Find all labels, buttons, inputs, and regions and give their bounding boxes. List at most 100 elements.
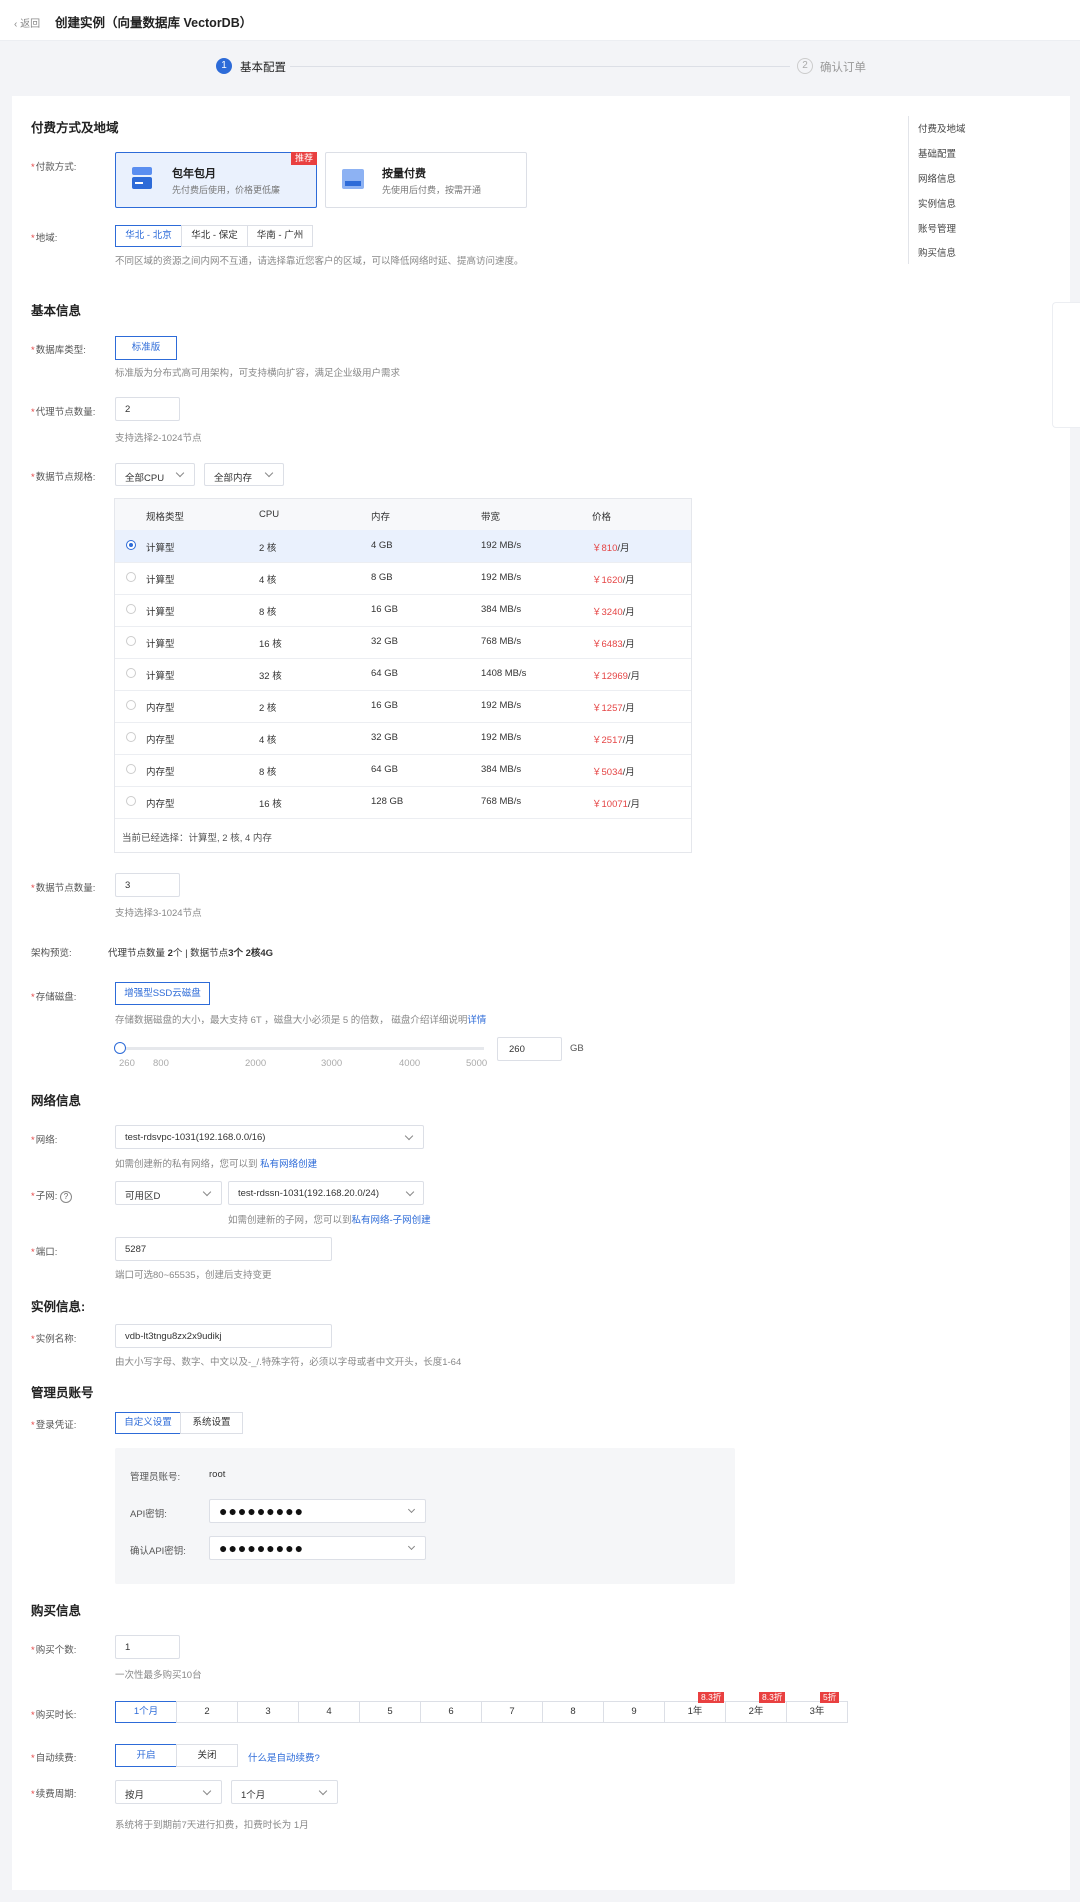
table-row[interactable]: 内存型 8 核 64 GB 384 MB/s ￥5034/月: [115, 754, 691, 787]
floating-side-tab[interactable]: [1052, 302, 1080, 428]
row-radio[interactable]: [126, 764, 136, 774]
section-title-admin: 管理员账号: [31, 1386, 94, 1400]
pay-option-prepaid[interactable]: 包年包月 先付费后使用，价格更低廉 推荐: [115, 152, 317, 208]
chevron-down-icon: [175, 468, 185, 478]
instance-name-input[interactable]: vdb-lt3tngu8zx2x9udikj: [115, 1324, 332, 1348]
anchor-network[interactable]: 网络信息: [918, 171, 956, 185]
duration-option[interactable]: 3: [237, 1701, 299, 1723]
row-radio[interactable]: [126, 572, 136, 582]
anchor-purchase[interactable]: 购买信息: [918, 245, 956, 259]
storage-detail-link[interactable]: 详情: [467, 1015, 486, 1026]
network-hint: 如需创建新的私有网络，您可以到 私有网络创建: [115, 1159, 318, 1170]
anchor-basic[interactable]: 基础配置: [918, 146, 956, 160]
top-header: ‹ 返回 创建实例（向量数据库 VectorDB）: [0, 0, 1080, 41]
anchor-instance[interactable]: 实例信息: [918, 196, 956, 210]
data-nodes-label: *数据节点数量:: [31, 883, 96, 894]
table-row[interactable]: 计算型 16 核 32 GB 768 MB/s ￥6483/月: [115, 626, 691, 659]
anchor-billing[interactable]: 付费及地域: [918, 121, 966, 135]
disk-size-input[interactable]: 260: [497, 1037, 562, 1061]
eye-toggle-icon[interactable]: [407, 1542, 416, 1551]
subnet-create-link[interactable]: 私有网络-子网创建: [352, 1215, 431, 1226]
arch-preview-label: 架构预览:: [31, 948, 72, 959]
duration-option[interactable]: 4: [298, 1701, 360, 1723]
cell-type: 计算型: [146, 543, 175, 554]
cell-type: 内存型: [146, 799, 175, 810]
table-row[interactable]: 内存型 2 核 16 GB 192 MB/s ￥1257/月: [115, 690, 691, 723]
row-radio[interactable]: [126, 796, 136, 806]
renew-cycle-select[interactable]: 1个月: [231, 1780, 338, 1804]
zone-select[interactable]: 可用区D: [115, 1181, 222, 1205]
data-nodes-input[interactable]: 3: [115, 873, 180, 897]
renew-cycle-hint: 系统将于到期前7天进行扣费，扣费时长为 1月: [115, 1820, 309, 1831]
cell-bw: 384 MB/s: [481, 604, 522, 615]
row-radio[interactable]: [126, 636, 136, 646]
duration-option[interactable]: 2年: [725, 1701, 787, 1723]
duration-option[interactable]: 1年: [664, 1701, 726, 1723]
db-type-standard[interactable]: 标准版: [115, 336, 177, 360]
postpaid-title: 按量付费: [382, 168, 426, 180]
proxy-count-input[interactable]: 2: [115, 397, 180, 421]
row-radio[interactable]: [126, 700, 136, 710]
cell-cpu: 16 核: [259, 639, 282, 650]
table-row[interactable]: 计算型 2 核 4 GB 192 MB/s ￥810/月: [115, 530, 691, 563]
row-radio[interactable]: [126, 668, 136, 678]
port-input[interactable]: 5287: [115, 1237, 332, 1261]
disk-unit: GB: [570, 1043, 584, 1054]
region-beijing[interactable]: 华北 - 北京: [115, 225, 182, 247]
subnet-label: *子网: ?: [31, 1188, 72, 1203]
chevron-down-icon: [264, 468, 274, 478]
row-radio[interactable]: [126, 604, 136, 614]
db-type-label: *数据库类型:: [31, 345, 86, 356]
table-row[interactable]: 计算型 8 核 16 GB 384 MB/s ￥3240/月: [115, 594, 691, 627]
section-title-billing: 付费方式及地域: [31, 121, 119, 135]
duration-option[interactable]: 9: [603, 1701, 665, 1723]
table-row[interactable]: 内存型 4 核 32 GB 192 MB/s ￥2517/月: [115, 722, 691, 755]
renew-unit-select[interactable]: 按月: [115, 1780, 222, 1804]
cred-system-option[interactable]: 系统设置: [180, 1412, 243, 1434]
auto-renew-on[interactable]: 开启: [115, 1744, 177, 1767]
arch-preview-value: 代理节点数量 2个 | 数据节点3个 2核4G: [108, 948, 274, 959]
slider-handle[interactable]: [114, 1042, 126, 1054]
vpc-create-link[interactable]: 私有网络创建: [260, 1159, 317, 1170]
discount-badge: 8.3折: [759, 1692, 786, 1703]
chevron-down-icon: [202, 1187, 212, 1197]
table-row[interactable]: 计算型 4 核 8 GB 192 MB/s ￥1620/月: [115, 562, 691, 595]
duration-option[interactable]: 5: [359, 1701, 421, 1723]
row-radio[interactable]: [126, 732, 136, 742]
api-key-input[interactable]: ●●●●●●●●●: [209, 1499, 426, 1523]
duration-option[interactable]: 7: [481, 1701, 543, 1723]
cell-cpu: 2 核: [259, 543, 277, 554]
duration-option[interactable]: 6: [420, 1701, 482, 1723]
cpu-filter-select[interactable]: 全部CPU: [115, 463, 195, 486]
help-icon[interactable]: ?: [59, 1191, 72, 1203]
anchor-account[interactable]: 账号管理: [918, 221, 956, 235]
count-input[interactable]: 1: [115, 1635, 180, 1659]
cell-bw: 1408 MB/s: [481, 668, 527, 679]
slider-tick: 4000: [399, 1058, 421, 1069]
network-select[interactable]: test-rdsvpc-1031(192.168.0.0/16): [115, 1125, 424, 1149]
duration-option[interactable]: 2: [176, 1701, 238, 1723]
table-row[interactable]: 计算型 32 核 64 GB 1408 MB/s ￥12969/月: [115, 658, 691, 691]
disk-slider[interactable]: [114, 1042, 486, 1054]
mem-filter-select[interactable]: 全部内存: [204, 463, 284, 486]
region-guangzhou[interactable]: 华南 - 广州: [247, 225, 313, 247]
eye-toggle-icon[interactable]: [407, 1505, 416, 1514]
auto-renew-help-link[interactable]: 什么是自动续费?: [248, 1750, 320, 1764]
auto-renew-off[interactable]: 关闭: [176, 1744, 238, 1767]
pay-option-postpaid[interactable]: 按量付费 先使用后付费，按需开通: [325, 152, 527, 208]
storage-ssd-option[interactable]: 增强型SSD云磁盘: [115, 982, 210, 1005]
cell-bw: 192 MB/s: [481, 572, 522, 583]
duration-option[interactable]: 8: [542, 1701, 604, 1723]
duration-option[interactable]: 1个月: [115, 1701, 177, 1723]
confirm-key-input[interactable]: ●●●●●●●●●: [209, 1536, 426, 1560]
table-footer-selection: 当前已经选择：计算型, 2 核, 4 内存: [122, 833, 272, 844]
table-row[interactable]: 内存型 16 核 128 GB 768 MB/s ￥10071/月: [115, 786, 691, 819]
duration-option[interactable]: 3年: [786, 1701, 848, 1723]
region-baoding[interactable]: 华北 - 保定: [181, 225, 248, 247]
page-title: 创建实例（向量数据库 VectorDB）: [55, 16, 253, 30]
back-link[interactable]: ‹ 返回: [14, 15, 40, 30]
row-radio[interactable]: [126, 540, 136, 550]
subnet-select[interactable]: test-rdssn-1031(192.168.20.0/24): [228, 1181, 424, 1205]
cred-custom-option[interactable]: 自定义设置: [115, 1412, 181, 1434]
cell-price: ￥10071/月: [592, 799, 641, 810]
